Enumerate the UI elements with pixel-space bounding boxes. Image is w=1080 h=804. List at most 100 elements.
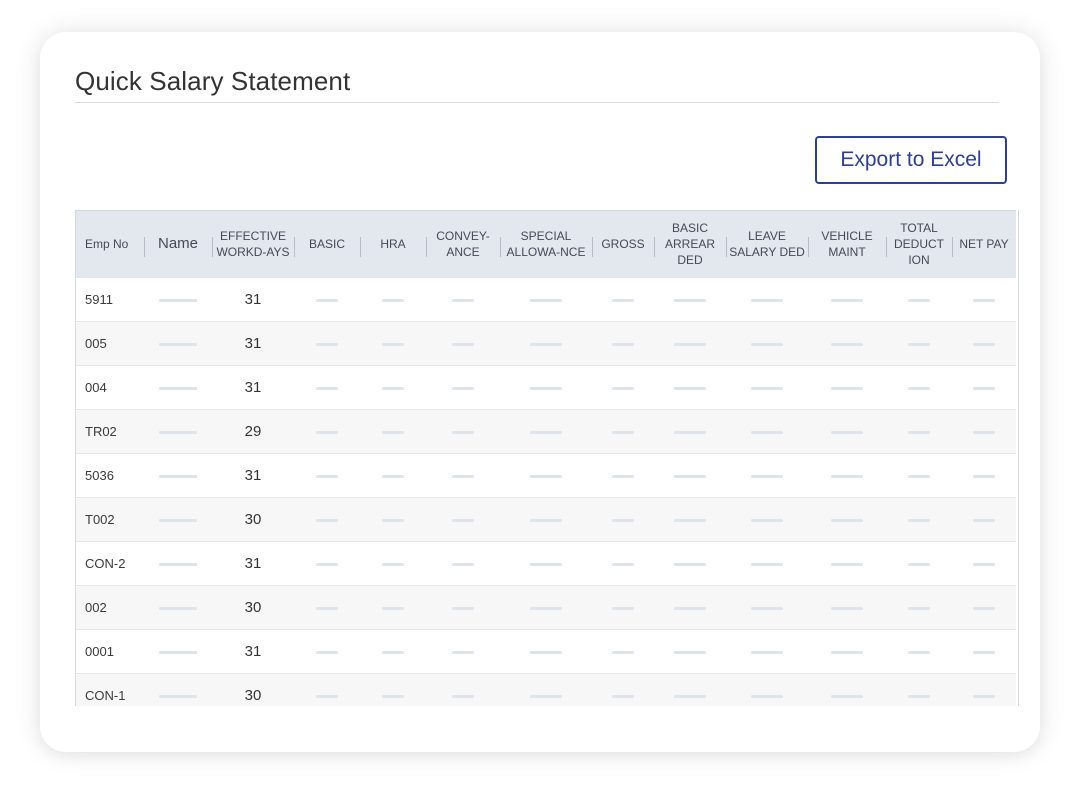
redacted-value-placeholder xyxy=(831,651,863,655)
column-header-special-allowance[interactable]: SPECIAL ALLOWA-NCE xyxy=(500,210,592,278)
column-header-name-label: Name xyxy=(157,235,198,252)
redacted-value-placeholder xyxy=(612,343,634,347)
redacted-value-placeholder xyxy=(612,563,634,567)
cell-vehicle-maint xyxy=(808,629,886,674)
cell-basic-arrear-ded xyxy=(654,673,726,706)
cell-net-pay xyxy=(952,497,1016,542)
cell-vehicle-maint xyxy=(808,497,886,542)
column-header-special-allowance-label: SPECIAL ALLOWA-NCE xyxy=(506,229,586,259)
column-header-hra-label: HRA xyxy=(380,237,406,251)
cell-total-deduction xyxy=(886,365,952,410)
cell-net-pay xyxy=(952,453,1016,498)
cell-special-allowance xyxy=(500,497,592,542)
cell-hra xyxy=(360,453,426,498)
cell-gross xyxy=(592,365,654,410)
cell-leave-salary-ded xyxy=(726,585,808,630)
redacted-value-placeholder xyxy=(674,475,706,479)
redacted-value-placeholder xyxy=(908,475,930,479)
redacted-value-placeholder xyxy=(530,651,562,655)
redacted-value-placeholder xyxy=(159,563,197,567)
column-header-name[interactable]: Name xyxy=(144,210,212,278)
salary-table-body: 5911 31 005 31 004 31 TR02 29 5036 31 T002 30 CON-2 3… xyxy=(76,277,1016,706)
cell-emp-no: 002 xyxy=(76,585,144,630)
column-header-total-deduction[interactable]: TOTAL DEDUCT ION xyxy=(886,210,952,278)
cell-hra xyxy=(360,585,426,630)
cell-conveyance xyxy=(426,629,500,674)
cell-vehicle-maint xyxy=(808,453,886,498)
cell-conveyance xyxy=(426,673,500,706)
redacted-value-placeholder xyxy=(530,695,562,699)
table-row[interactable]: 004 31 xyxy=(76,365,1016,410)
export-to-excel-button[interactable]: Export to Excel xyxy=(815,136,1007,184)
table-row[interactable]: 5036 31 xyxy=(76,453,1016,498)
cell-name xyxy=(144,321,212,366)
cell-conveyance xyxy=(426,453,500,498)
table-row[interactable]: CON-1 30 xyxy=(76,673,1016,706)
table-row[interactable]: T002 30 xyxy=(76,497,1016,542)
redacted-value-placeholder xyxy=(674,431,706,435)
cell-net-pay xyxy=(952,585,1016,630)
redacted-value-placeholder xyxy=(674,299,706,303)
cell-emp-no: 005 xyxy=(76,321,144,366)
redacted-value-placeholder xyxy=(973,431,995,435)
redacted-value-placeholder xyxy=(751,695,783,699)
cell-effective-workdays: 31 xyxy=(212,365,294,410)
redacted-value-placeholder xyxy=(452,651,474,655)
column-header-hra[interactable]: HRA xyxy=(360,210,426,278)
cell-net-pay xyxy=(952,541,1016,586)
cell-basic-arrear-ded xyxy=(654,497,726,542)
cell-basic xyxy=(294,321,360,366)
cell-leave-salary-ded xyxy=(726,409,808,454)
cell-emp-no: 5036 xyxy=(76,453,144,498)
cell-vehicle-maint xyxy=(808,277,886,322)
cell-conveyance xyxy=(426,277,500,322)
redacted-value-placeholder xyxy=(612,387,634,391)
column-header-basic-arrear-ded[interactable]: BASIC ARREAR DED xyxy=(654,210,726,278)
cell-net-pay xyxy=(952,365,1016,410)
redacted-value-placeholder xyxy=(831,343,863,347)
column-header-gross-label: GROSS xyxy=(601,237,645,251)
cell-leave-salary-ded xyxy=(726,629,808,674)
column-header-vehicle-maint[interactable]: VEHICLE MAINT xyxy=(808,210,886,278)
table-row[interactable]: 5911 31 xyxy=(76,277,1016,322)
column-header-conveyance[interactable]: CONVEY-ANCE xyxy=(426,210,500,278)
cell-hra xyxy=(360,365,426,410)
table-row[interactable]: 0001 31 xyxy=(76,629,1016,674)
redacted-value-placeholder xyxy=(159,607,197,611)
redacted-value-placeholder xyxy=(530,387,562,391)
redacted-value-placeholder xyxy=(751,431,783,435)
table-row[interactable]: 005 31 xyxy=(76,321,1016,366)
redacted-value-placeholder xyxy=(382,519,404,523)
redacted-value-placeholder xyxy=(382,387,404,391)
cell-net-pay xyxy=(952,321,1016,366)
cell-leave-salary-ded xyxy=(726,497,808,542)
cell-effective-workdays: 30 xyxy=(212,673,294,706)
cell-net-pay xyxy=(952,673,1016,706)
cell-special-allowance xyxy=(500,629,592,674)
column-header-net-pay[interactable]: NET PAY xyxy=(952,210,1016,278)
cell-basic-arrear-ded xyxy=(654,409,726,454)
column-header-gross[interactable]: GROSS xyxy=(592,210,654,278)
salary-table-container[interactable]: Emp No Name EFFECTIVE WORKD-AYS BASIC HR… xyxy=(75,210,1019,706)
column-header-emp-no[interactable]: Emp No xyxy=(76,210,144,278)
cell-hra xyxy=(360,673,426,706)
column-header-basic[interactable]: BASIC xyxy=(294,210,360,278)
column-header-effective-workdays[interactable]: EFFECTIVE WORKD-AYS xyxy=(212,210,294,278)
cell-gross xyxy=(592,453,654,498)
cell-name xyxy=(144,453,212,498)
table-row[interactable]: CON-2 31 xyxy=(76,541,1016,586)
table-row[interactable]: TR02 29 xyxy=(76,409,1016,454)
cell-special-allowance xyxy=(500,321,592,366)
cell-gross xyxy=(592,409,654,454)
cell-gross xyxy=(592,277,654,322)
redacted-value-placeholder xyxy=(612,519,634,523)
table-row[interactable]: 002 30 xyxy=(76,585,1016,630)
column-header-leave-salary-ded[interactable]: LEAVE SALARY DED xyxy=(726,210,808,278)
redacted-value-placeholder xyxy=(908,343,930,347)
redacted-value-placeholder xyxy=(316,651,338,655)
cell-basic xyxy=(294,453,360,498)
cell-leave-salary-ded xyxy=(726,541,808,586)
redacted-value-placeholder xyxy=(973,299,995,303)
column-header-leave-salary-ded-label: LEAVE SALARY DED xyxy=(729,229,805,259)
redacted-value-placeholder xyxy=(908,519,930,523)
